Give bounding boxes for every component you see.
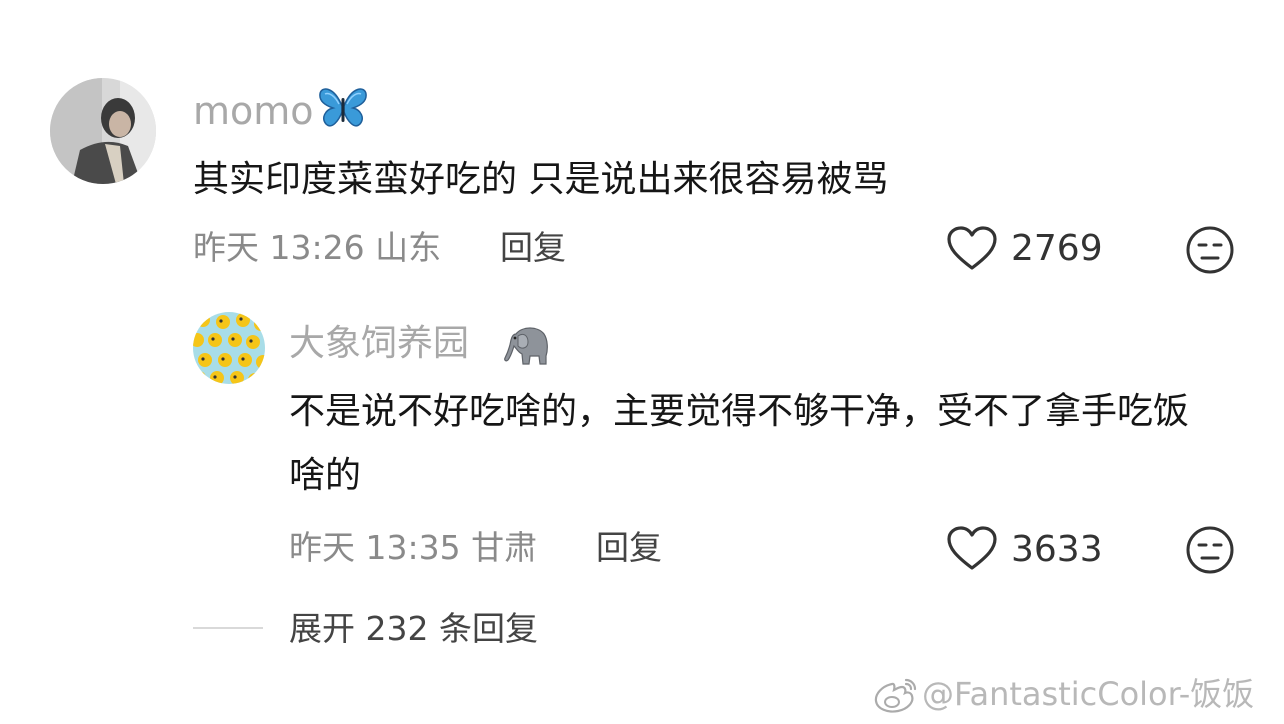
like-icon[interactable] <box>946 226 998 272</box>
comment-time: 昨天 13:26 <box>193 228 365 267</box>
comment-meta: 昨天 13:26 山东 <box>193 231 441 264</box>
reply-username[interactable]: 大象饲养园 <box>289 326 469 362</box>
reply-meta: 昨天 13:35 甘肃 <box>289 531 537 564</box>
dislike-face-icon[interactable] <box>1185 225 1235 275</box>
reply-location: 甘肃 <box>471 528 538 567</box>
elephant-icon <box>502 322 552 366</box>
reply-text: 不是说不好吃啥的，主要觉得不够干净，受不了拿手吃饭啥的 <box>289 391 1190 496</box>
comment-username[interactable]: momo <box>193 92 314 130</box>
expand-replies-button[interactable]: 展开 232 条回复 <box>289 612 538 645</box>
reply-avatar[interactable] <box>193 312 265 384</box>
comment-text: 其实印度菜蛮好吃的 只是说出来很容易被骂 <box>193 159 889 200</box>
like-count: 2769 <box>1011 228 1103 269</box>
reply-dislike-face-icon[interactable] <box>1185 525 1235 575</box>
weibo-icon <box>872 674 920 716</box>
comment-location: 山东 <box>375 228 442 267</box>
reply-like-count: 3633 <box>1011 529 1103 570</box>
reply-time: 昨天 13:35 <box>289 528 461 567</box>
butterfly-icon <box>317 84 369 132</box>
avatar[interactable] <box>50 78 156 184</box>
expand-divider <box>193 627 263 629</box>
text-fade-overlay <box>950 160 1040 204</box>
reply-button[interactable]: 回复 <box>500 231 566 264</box>
watermark-text: @FantasticColor-饭饭 <box>922 675 1255 713</box>
reply-reply-button[interactable]: 回复 <box>596 531 662 564</box>
reply-like-icon[interactable] <box>946 526 998 572</box>
